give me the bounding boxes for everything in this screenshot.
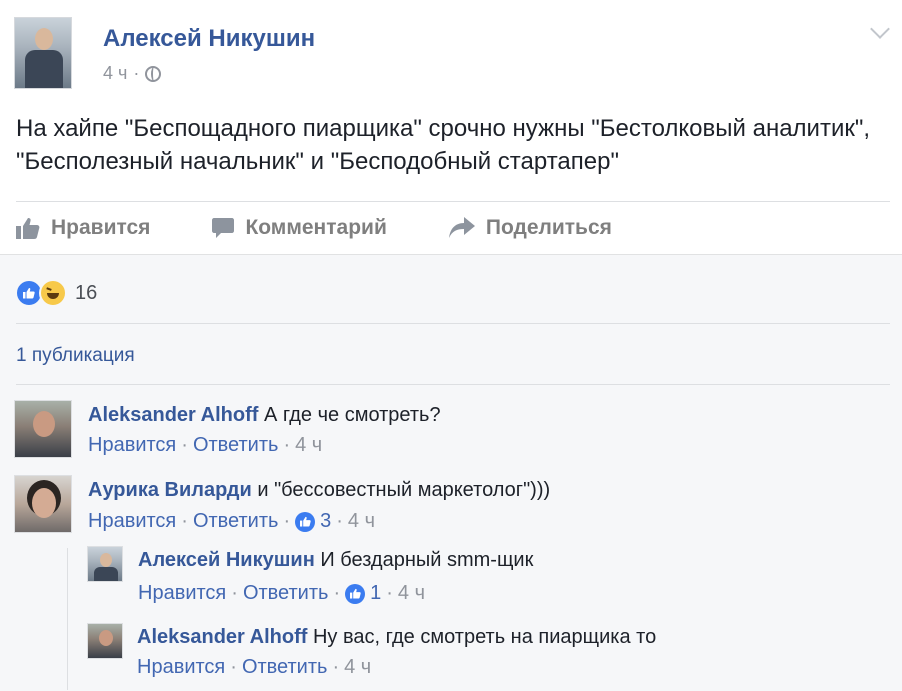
reply-body: Алексей Никушин И бездарный smm-щик	[138, 548, 533, 572]
like-button[interactable]: Нравится	[16, 216, 150, 240]
like-label: Нравится	[51, 216, 151, 239]
haha-reaction-icon	[39, 279, 67, 307]
reply-reply-link[interactable]: Ответить	[242, 656, 328, 679]
comment-meta: Нравится · Ответить · 3 · 4 ч	[88, 510, 376, 533]
globe-icon[interactable]	[145, 65, 162, 82]
author-avatar[interactable]	[14, 17, 72, 89]
reply-time[interactable]: 4 ч	[398, 582, 425, 605]
divider	[16, 384, 890, 385]
post-meta: 4 ч ·	[103, 63, 162, 84]
comment-like-link[interactable]: Нравится	[88, 434, 176, 457]
post-time[interactable]: 4 ч	[103, 63, 127, 84]
comment-time[interactable]: 4 ч	[348, 510, 375, 533]
share-label: Поделиться	[485, 216, 612, 239]
divider	[16, 323, 890, 324]
comment-label: Комментарий	[245, 216, 387, 239]
reply-avatar[interactable]	[87, 546, 123, 582]
reply-author[interactable]: Aleksander Alhoff	[137, 626, 307, 648]
reactions-summary[interactable]: 16	[15, 279, 97, 307]
author-name[interactable]: Алексей Никушин	[103, 25, 315, 53]
share-button[interactable]: Поделиться	[448, 216, 612, 240]
reply-meta: Нравится · Ответить · 4 ч	[137, 656, 372, 679]
reply-author[interactable]: Алексей Никушин	[138, 549, 315, 571]
comment-avatar[interactable]	[14, 475, 72, 533]
reply-time[interactable]: 4 ч	[344, 656, 371, 679]
comment-like-link[interactable]: Нравится	[88, 510, 176, 533]
divider	[16, 201, 890, 202]
comment-body: Аурика Виларди и "бессовестный маркетоло…	[88, 478, 550, 502]
like-count-icon	[295, 511, 316, 532]
reaction-count: 16	[75, 281, 98, 304]
share-arrow-icon	[448, 217, 475, 238]
reply-meta: Нравится · Ответить · 1 · 4 ч	[138, 582, 426, 605]
reply-body: Aleksander Alhoff Ну вас, где смотреть н…	[137, 625, 656, 649]
thumbs-up-icon	[16, 218, 40, 239]
post-header: Алексей Никушин 4 ч ·	[0, 0, 902, 100]
comment-author[interactable]: Аурика Виларди	[88, 479, 252, 501]
reply-text: Ну вас, где смотреть на пиарщика то	[312, 626, 657, 648]
comment-author[interactable]: Aleksander Alhoff	[88, 404, 258, 426]
comment-text: А где че смотреть?	[263, 404, 441, 426]
reply-like-count[interactable]: 1	[370, 582, 381, 605]
comment-like-count[interactable]: 3	[320, 510, 331, 533]
reply-like-link[interactable]: Нравится	[137, 656, 225, 679]
reply-text: И бездарный smm-щик	[320, 549, 534, 571]
reply-avatar[interactable]	[87, 623, 123, 659]
comment-avatar[interactable]	[14, 400, 72, 458]
comment-icon	[212, 218, 235, 238]
like-count-icon	[345, 583, 366, 604]
shares-link[interactable]: 1 публикация	[16, 345, 135, 367]
meta-separator: ·	[133, 63, 140, 83]
post-text: На хайпе "Беспощадного пиарщика" срочно …	[16, 115, 871, 175]
chevron-down-icon[interactable]	[870, 19, 890, 39]
reply-thread-line	[67, 548, 68, 690]
reply-reply-link[interactable]: Ответить	[243, 582, 329, 605]
reply-like-link[interactable]: Нравится	[138, 582, 226, 605]
post-actions: Нравится Комментарий Поделиться	[16, 208, 674, 248]
comment-text: и "бессовестный маркетолог")))	[257, 479, 551, 501]
comment-body: Aleksander Alhoff А где че смотреть?	[88, 403, 441, 427]
comment-reply-link[interactable]: Ответить	[193, 434, 279, 457]
comment-time[interactable]: 4 ч	[295, 434, 322, 457]
comment-reply-link[interactable]: Ответить	[193, 510, 279, 533]
comment-button[interactable]: Комментарий	[212, 216, 387, 240]
comment-meta: Нравится · Ответить · 4 ч	[88, 434, 323, 457]
